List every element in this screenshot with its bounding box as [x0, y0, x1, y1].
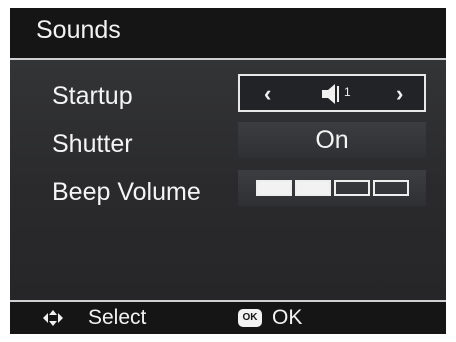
beep-volume-label: Beep Volume — [52, 178, 201, 206]
dpad-icon — [43, 310, 63, 326]
volume-block — [256, 180, 292, 196]
volume-block — [373, 180, 409, 196]
startup-label: Startup — [52, 82, 133, 110]
startup-selector[interactable]: ‹ 1 › — [238, 74, 426, 112]
startup-sound-number: 1 — [344, 85, 351, 99]
beep-volume-field[interactable] — [238, 170, 426, 206]
ok-hint: OK — [272, 306, 303, 329]
page-title: Sounds — [36, 16, 121, 44]
shutter-label: Shutter — [52, 130, 133, 158]
chevron-right-icon[interactable]: › — [396, 81, 403, 107]
ok-button-icon: OK — [238, 309, 262, 327]
shutter-value: On — [315, 126, 349, 154]
camera-screen: Sounds Startup ‹ 1 › Shutter On Beep Vol… — [10, 8, 446, 334]
select-hint: Select — [88, 306, 147, 329]
volume-block — [295, 180, 331, 196]
shutter-value-field[interactable]: On — [238, 122, 426, 158]
title-bar: Sounds — [10, 8, 446, 58]
volume-block — [334, 180, 370, 196]
chevron-left-icon[interactable]: ‹ — [264, 81, 271, 107]
footer-bar: Select OK OK — [10, 302, 446, 334]
settings-list: Startup ‹ 1 › Shutter On Beep Volume — [10, 60, 446, 300]
